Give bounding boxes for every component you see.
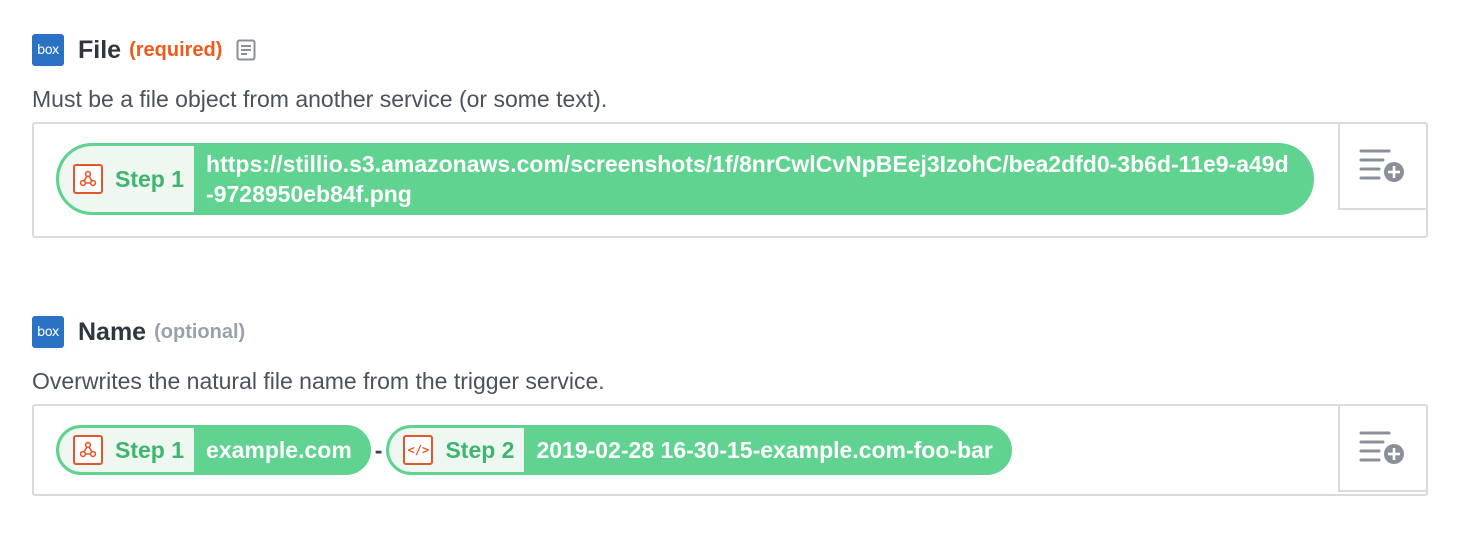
name-field: box Name (optional) Overwrites the natur… <box>32 312 1428 496</box>
pill-step-section: Step 1 <box>59 428 195 472</box>
step-label: Step 1 <box>115 165 185 192</box>
notes-icon[interactable] <box>236 39 256 61</box>
insert-data-icon <box>1359 149 1404 182</box>
name-label-row: box Name (optional) <box>32 312 1428 352</box>
optional-badge: (optional) <box>154 320 246 343</box>
step-1-domain-pill[interactable]: Step 1 example.com <box>56 425 371 475</box>
webhook-icon <box>73 164 103 194</box>
file-label: File <box>78 35 122 64</box>
insert-data-button[interactable] <box>1338 122 1428 210</box>
step-label: Step 1 <box>115 436 185 463</box>
separator-text: - <box>374 436 383 463</box>
code-icon: </> <box>403 435 434 465</box>
pill-step-section: Step 1 <box>59 146 195 212</box>
pill-value: 2019-02-28 16-30-15-example.com-foo-bar <box>536 436 993 463</box>
name-description: Overwrites the natural file name from th… <box>32 368 605 394</box>
box-logo-icon: box <box>32 34 64 66</box>
name-label: Name <box>78 317 147 346</box>
file-description: Must be a file object from another servi… <box>32 86 608 112</box>
step-2-filename-pill[interactable]: </> Step 2 2019-02-28 16-30-15-example.c… <box>386 425 1012 475</box>
file-label-row: box File (required) <box>32 30 1428 70</box>
insert-data-button[interactable] <box>1338 404 1428 492</box>
name-input[interactable]: Step 1 example.com - </> Step 2 2019-02-… <box>32 404 1428 496</box>
pill-step-section: </> Step 2 <box>389 428 525 472</box>
step-1-url-pill[interactable]: Step 1 https://stillio.s3.amazonaws.com/… <box>56 143 1314 215</box>
step-label: Step 2 <box>445 436 515 463</box>
insert-data-icon <box>1359 431 1404 464</box>
webhook-icon <box>73 435 103 465</box>
required-badge: (required) <box>129 38 223 61</box>
pill-value: example.com <box>206 436 352 463</box>
pill-value: https://stillio.s3.amazonaws.com/screens… <box>206 151 1289 207</box>
file-field: box File (required) Must be a file objec… <box>32 30 1428 238</box>
box-logo-icon: box <box>32 316 64 348</box>
file-input[interactable]: Step 1 https://stillio.s3.amazonaws.com/… <box>32 122 1428 238</box>
